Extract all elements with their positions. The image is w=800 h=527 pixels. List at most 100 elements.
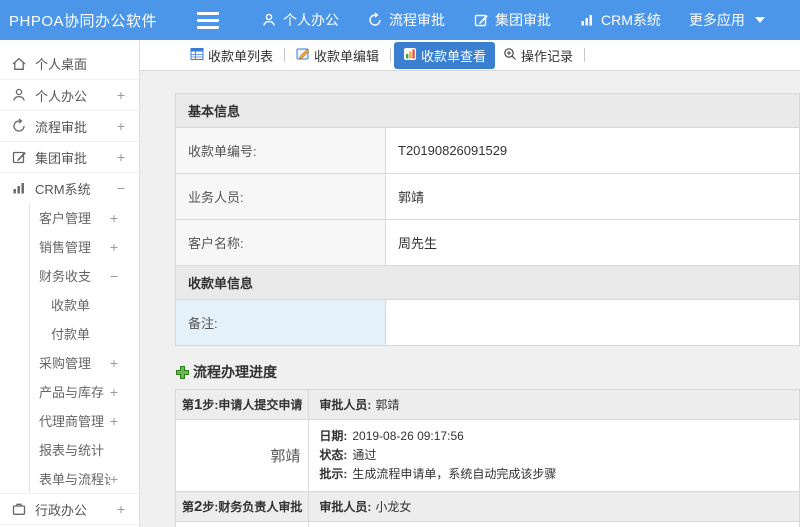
top-bar: PHPOA协同办公软件 个人办公 流程审批 集团审批 CRM系统 更多应用	[0, 0, 800, 40]
view-chart-icon	[403, 47, 417, 64]
plus-icon[interactable]	[175, 365, 190, 380]
history-icon	[11, 118, 27, 134]
section-receipt-info: 收款单信息	[175, 265, 800, 300]
topnav-label: 个人办公	[283, 12, 339, 28]
step-approver: 审批人员: 郭靖	[308, 389, 800, 420]
topnav-group-approval[interactable]: 集团审批	[459, 0, 565, 40]
sidebar-item-customer-mgmt[interactable]: 客户管理 +	[30, 203, 139, 232]
topnav-label: 更多应用	[688, 12, 745, 28]
table-row: 客户名称: 周先生	[175, 219, 800, 266]
receipt-detail-table: 基本信息 收款单编号: T20190826091529 业务人员: 郭靖 客户名…	[175, 93, 800, 346]
detail-date: 日期: 2019-08-26 09:17:56	[319, 429, 464, 443]
sidebar-item-receipt[interactable]: 收款单	[30, 290, 139, 319]
approver-name: 郭靖	[174, 419, 310, 492]
bar-chart-icon	[11, 180, 27, 196]
sidebar-item-finance[interactable]: 财务收支 −	[30, 261, 139, 290]
caret-down-icon	[754, 17, 765, 23]
home-icon	[11, 56, 27, 72]
sidebar-item-payment[interactable]: 付款单	[30, 319, 139, 348]
expand-toggle[interactable]: +	[110, 239, 118, 255]
tab-receipt-list[interactable]: 收款单列表	[182, 46, 281, 65]
list-icon	[190, 47, 204, 64]
table-row: 收款单编号: T20190826091529	[175, 127, 800, 174]
tab-operation-log[interactable]: 操作记录	[495, 46, 581, 65]
sidebar-item-purchase-mgmt[interactable]: 采购管理 +	[30, 348, 139, 377]
briefcase-icon	[11, 501, 27, 517]
sidebar-item-form-workflow-settings[interactable]: 表单与流程设置 +	[30, 464, 139, 493]
step-approver: 审批人员: 小龙女	[308, 491, 800, 522]
bar-chart-icon	[579, 12, 595, 28]
field-value	[385, 299, 800, 346]
sidebar-item-admin-office[interactable]: 行政办公 +	[0, 493, 139, 524]
table-row: 业务人员: 郭靖	[175, 173, 800, 220]
detail-status: 状态: 通过	[319, 448, 377, 462]
topnav-label: CRM系统	[601, 12, 661, 28]
field-label: 收款单编号:	[175, 127, 386, 174]
edit-icon	[473, 12, 489, 28]
collapse-toggle[interactable]: −	[110, 268, 118, 284]
expand-toggle[interactable]: +	[110, 210, 118, 226]
process-progress-table: 第1步:申请人提交申请 审批人员: 郭靖 郭靖 日期: 2019-08-26 09:…	[174, 389, 800, 527]
sidebar-item-sales-mgmt[interactable]: 销售管理 +	[30, 232, 139, 261]
expand-toggle[interactable]: +	[110, 384, 118, 400]
tab-bar: 收款单列表 收款单编辑 收款单查看 操作记录	[140, 40, 800, 71]
topnav-crm[interactable]: CRM系统	[565, 0, 675, 40]
edit-icon	[11, 149, 27, 165]
sidebar-item-crm[interactable]: CRM系统 −	[0, 172, 139, 203]
topnav-workflow-approval[interactable]: 流程审批	[353, 0, 459, 40]
field-label: 业务人员:	[175, 173, 386, 220]
top-nav: 个人办公 流程审批 集团审批 CRM系统 更多应用	[247, 0, 779, 40]
step-detail: 日期:2019-08-26 09:21:12 状态:结束 批示:通过	[308, 521, 800, 527]
field-value: 郭靖	[385, 173, 800, 220]
tab-divider	[584, 48, 586, 62]
topnav-label: 集团审批	[495, 12, 551, 28]
app-window: PHPOA协同办公软件 个人办公 流程审批 集团审批 CRM系统 更多应用 个人…	[0, 0, 800, 527]
zoom-icon	[503, 47, 517, 64]
tab-receipt-view[interactable]: 收款单查看	[394, 41, 496, 69]
detail-comment: 批示: 生成流程申请单，系统自动完成该步骤	[319, 467, 557, 481]
step-header-row: 第1步:申请人提交申请 审批人员: 郭靖	[174, 389, 800, 420]
approver-name: 小龙女	[174, 521, 310, 527]
field-value: 周先生	[385, 219, 800, 266]
expand-toggle[interactable]: +	[117, 501, 125, 517]
tab-divider	[284, 48, 286, 62]
process-progress-heading: 流程办理进度	[175, 362, 800, 382]
expand-toggle[interactable]: +	[110, 471, 118, 487]
page-content: 基本信息 收款单编号: T20190826091529 业务人员: 郭靖 客户名…	[140, 71, 800, 527]
expand-toggle[interactable]: +	[117, 87, 125, 103]
expand-toggle[interactable]: +	[110, 413, 118, 429]
sidebar-item-personal-desktop[interactable]: 个人桌面	[0, 48, 139, 79]
sidebar-item-personal-office[interactable]: 个人办公 +	[0, 79, 139, 110]
tab-divider	[390, 48, 392, 62]
field-label: 备注:	[175, 299, 386, 346]
topnav-label: 流程审批	[389, 12, 445, 28]
sidebar-item-reports-stats[interactable]: 报表与统计	[30, 435, 139, 464]
topnav-personal-office[interactable]: 个人办公	[247, 0, 353, 40]
tab-receipt-edit[interactable]: 收款单编辑	[288, 46, 387, 65]
section-title: 基本信息	[175, 93, 800, 128]
expand-toggle[interactable]: +	[117, 118, 125, 134]
step-label: 第1步:申请人提交申请	[174, 389, 310, 420]
table-row: 备注:	[175, 299, 800, 346]
expand-toggle[interactable]: +	[110, 355, 118, 371]
person-icon	[11, 87, 27, 103]
field-value: T20190826091529	[385, 127, 800, 174]
hamburger-menu-icon[interactable]	[197, 11, 219, 29]
step-detail: 日期: 2019-08-26 09:17:56 状态: 通过 批示: 生成流程申请单，…	[308, 419, 800, 492]
collapse-toggle[interactable]: −	[117, 180, 125, 196]
edit-doc-icon	[296, 47, 310, 64]
sidebar: 个人桌面 个人办公 + 流程审批 + 集团审批 + CRM系统 − 客户管理 +…	[0, 40, 140, 527]
sidebar-item-group-approval[interactable]: 集团审批 +	[0, 141, 139, 172]
expand-toggle[interactable]: +	[117, 149, 125, 165]
section-basic-info: 基本信息	[175, 93, 800, 128]
sidebar-item-workflow-approval[interactable]: 流程审批 +	[0, 110, 139, 141]
field-label: 客户名称:	[175, 219, 386, 266]
sidebar-item-agent-mgmt[interactable]: 代理商管理 +	[30, 406, 139, 435]
section-title: 收款单信息	[175, 265, 800, 300]
history-icon	[367, 12, 383, 28]
topnav-more-apps[interactable]: 更多应用	[675, 0, 779, 40]
sidebar-item-product-inventory[interactable]: 产品与库存 +	[30, 377, 139, 406]
step-label: 第2步:财务负责人审批	[174, 491, 310, 522]
crm-submenu: 客户管理 + 销售管理 + 财务收支 − 收款单 付款单 采购管理 + 产品与库…	[29, 203, 139, 493]
step-detail-row: 小龙女 日期:2019-08-26 09:21:12 状态:结束 批示:通过	[174, 521, 800, 527]
